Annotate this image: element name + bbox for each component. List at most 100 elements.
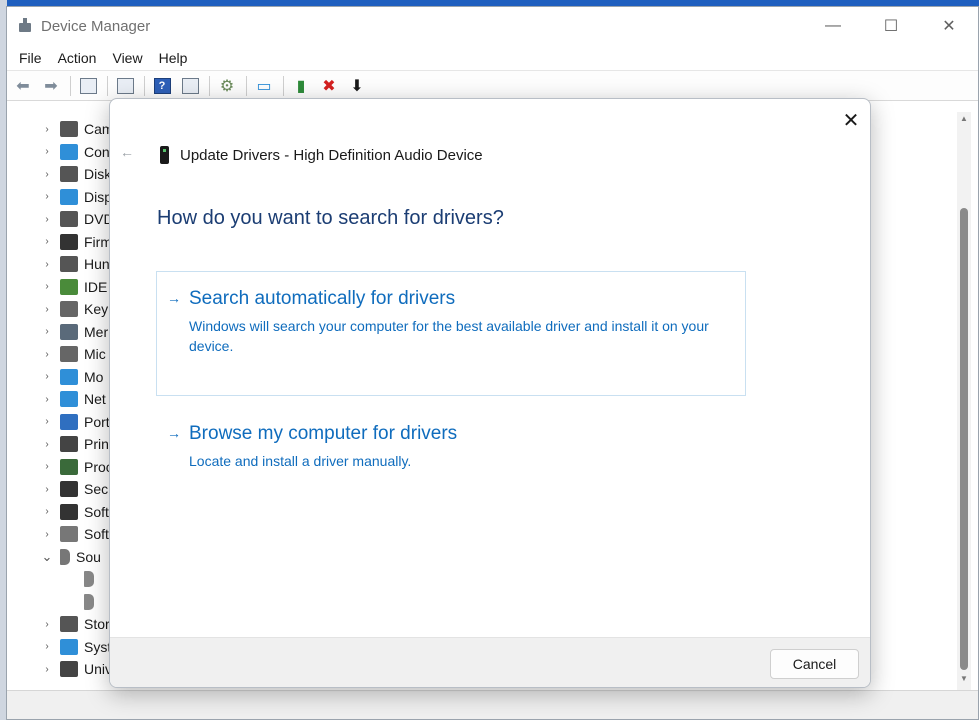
add-driver-icon[interactable]: ▮ — [289, 74, 313, 98]
chevron-right-icon[interactable]: › — [41, 349, 53, 360]
tree-category-item[interactable]: › IDE — [7, 276, 117, 298]
tree-category-item[interactable]: › Soft — [7, 523, 117, 545]
chevron-right-icon[interactable]: › — [41, 259, 53, 270]
tree-category-item[interactable]: › Prin — [7, 433, 117, 455]
chevron-right-icon[interactable]: › — [41, 439, 53, 450]
tree-item-label: Disp — [84, 188, 113, 205]
software-device-icon — [60, 526, 78, 542]
scroll-down-icon[interactable]: ▼ — [960, 674, 968, 683]
tree-item-label: Soft — [84, 503, 109, 520]
monitor-icon — [60, 143, 78, 160]
mouse-icon — [60, 346, 78, 362]
browse-computer-option[interactable]: → Browse my computer for drivers Locate … — [156, 409, 746, 479]
update-driver-icon[interactable]: ⚙ — [215, 74, 239, 98]
tree-item-label: Prin — [84, 436, 109, 452]
chevron-right-icon[interactable]: › — [41, 281, 53, 292]
properties-icon[interactable] — [113, 74, 137, 98]
camera-icon — [60, 121, 78, 137]
chevron-right-icon[interactable]: › — [41, 124, 53, 135]
chevron-right-icon[interactable]: › — [41, 416, 53, 427]
tree-category-item[interactable]: › Net — [7, 388, 117, 410]
window-title: Device Manager — [41, 17, 151, 35]
tree-category-item[interactable]: ⌄ Sou — [7, 546, 117, 568]
tree-category-item[interactable]: › Stor — [7, 613, 117, 635]
menu-view[interactable]: View — [104, 50, 150, 66]
tree-category-item[interactable]: › Disk — [7, 163, 117, 185]
chevron-right-icon[interactable]: › — [41, 304, 53, 315]
tree-category-item[interactable]: › DVD — [7, 208, 117, 230]
forward-arrow-icon[interactable]: ➡ — [39, 74, 63, 98]
tree-child-item[interactable] — [7, 591, 117, 613]
tree-category-item[interactable]: › Key — [7, 298, 117, 320]
menu-action[interactable]: Action — [50, 50, 105, 66]
arrow-right-icon: → — [167, 425, 181, 441]
display-adapter-icon — [60, 188, 78, 205]
uninstall-device-icon[interactable]: ✖ — [317, 74, 341, 98]
storage-icon — [60, 616, 78, 632]
firmware-icon — [60, 233, 78, 250]
help-icon[interactable]: ? — [150, 74, 174, 98]
chevron-right-icon[interactable]: › — [41, 529, 53, 540]
update-drivers-dialog: ✕ ← Update Drivers - High Definition Aud… — [109, 98, 871, 688]
chevron-right-icon[interactable]: › — [41, 619, 53, 630]
chevron-right-icon[interactable]: › — [41, 461, 53, 472]
tree-child-item[interactable] — [7, 568, 117, 590]
chevron-right-icon[interactable]: › — [41, 146, 53, 157]
chevron-right-icon[interactable]: › — [41, 371, 53, 382]
tree-category-item[interactable]: › Syst — [7, 636, 117, 658]
chevron-right-icon[interactable]: › — [41, 394, 53, 405]
minimize-button[interactable]: — — [804, 7, 862, 45]
scan-hardware-icon[interactable]: ▭ — [252, 74, 276, 98]
chevron-right-icon[interactable]: › — [41, 169, 53, 180]
chevron-right-icon[interactable]: › — [41, 484, 53, 495]
option-title: Browse my computer for drivers — [189, 423, 458, 444]
speaker-icon — [60, 548, 70, 565]
menu-file[interactable]: File — [11, 50, 50, 66]
chevron-right-icon[interactable]: › — [41, 664, 53, 675]
tree-category-item[interactable]: › Firm — [7, 231, 117, 253]
chevron-right-icon[interactable]: › — [41, 236, 53, 247]
tree-item-label: Mo — [84, 368, 104, 385]
back-arrow-icon[interactable]: ⬅ — [11, 74, 35, 98]
tree-category-item[interactable]: › Cam — [7, 118, 117, 140]
tree-category-item[interactable]: › Mer — [7, 321, 117, 343]
chevron-right-icon[interactable]: › — [41, 506, 53, 517]
scroll-up-icon[interactable]: ▲ — [960, 114, 968, 123]
chevron-right-icon[interactable]: › — [41, 326, 53, 337]
network-icon — [60, 391, 78, 407]
tree-category-item[interactable]: › Port — [7, 411, 117, 433]
tree-category-item[interactable]: › Hun — [7, 253, 117, 275]
dialog-close-icon[interactable]: ✕ — [838, 107, 864, 133]
search-automatically-option[interactable]: → Search automatically for drivers Windo… — [156, 271, 746, 396]
dialog-heading: How do you want to search for drivers? — [157, 207, 504, 229]
chevron-down-icon[interactable]: ⌄ — [41, 549, 53, 565]
dialog-back-icon[interactable]: ← — [120, 144, 134, 160]
tree-category-item[interactable]: › Disp — [7, 186, 117, 208]
tree-category-item[interactable]: › Con — [7, 141, 117, 163]
tree-category-item[interactable]: › Secu — [7, 478, 117, 500]
menu-help[interactable]: Help — [151, 50, 196, 66]
chevron-right-icon[interactable]: › — [41, 641, 53, 652]
cancel-button[interactable]: Cancel — [770, 649, 859, 679]
action-pane-icon[interactable] — [178, 74, 202, 98]
download-icon[interactable]: ⬇ — [345, 74, 369, 98]
close-button[interactable]: ✕ — [920, 7, 978, 45]
tree-category-item[interactable]: › Soft — [7, 501, 117, 523]
tree-category-item[interactable]: › Mic — [7, 343, 117, 365]
chevron-right-icon[interactable]: › — [41, 214, 53, 225]
chevron-right-icon[interactable]: › — [41, 191, 53, 202]
audio-device-icon — [160, 146, 169, 164]
maximize-button[interactable]: ☐ — [862, 7, 920, 45]
vertical-scrollbar[interactable]: ▲ ▼ — [957, 112, 971, 690]
tree-category-item[interactable]: › Univ — [7, 658, 117, 680]
ide-controller-icon — [60, 278, 78, 295]
tree-category-item[interactable]: › Mo — [7, 366, 117, 388]
tree-category-item[interactable]: › Proc — [7, 456, 117, 478]
scrollbar-thumb[interactable] — [960, 208, 968, 670]
toolbar-separator — [144, 75, 145, 96]
tree-item-label: Con — [84, 143, 110, 160]
option-description: Locate and install a driver manually. — [189, 453, 412, 469]
show-hide-console-tree-icon[interactable] — [76, 74, 100, 98]
memory-icon — [60, 323, 78, 340]
menu-bar: File Action View Help — [7, 45, 978, 71]
